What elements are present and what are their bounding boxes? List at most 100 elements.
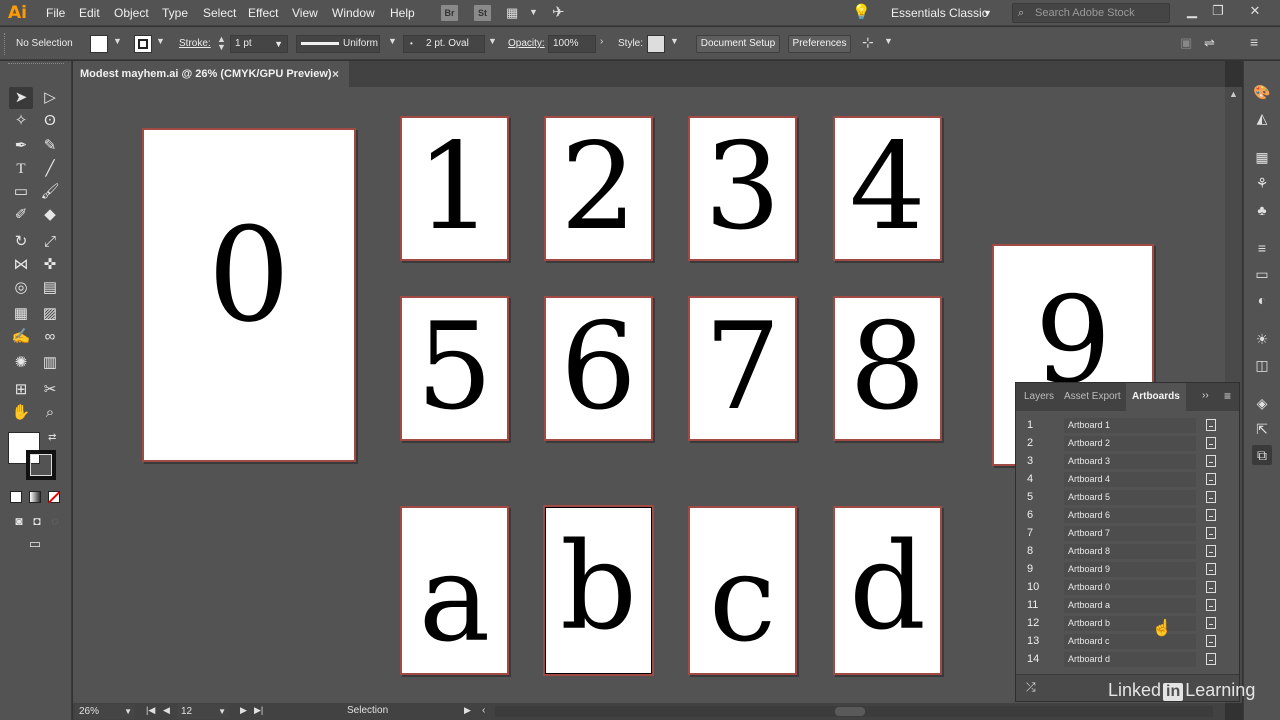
gpu-performance-icon[interactable]: ✈ <box>552 3 565 21</box>
stock-button[interactable]: St <box>474 5 491 21</box>
artboard-options-icon[interactable] <box>1206 527 1216 539</box>
menu-object[interactable]: Object <box>114 6 149 20</box>
menu-type[interactable]: Type <box>162 6 188 20</box>
align-icon[interactable]: ⊹ <box>862 34 874 51</box>
row-name[interactable]: Artboard 3 <box>1064 454 1196 469</box>
panel-menu-icon[interactable]: ≡ <box>1250 34 1258 50</box>
bridge-button[interactable]: Br <box>441 5 458 21</box>
chevron-down-icon[interactable]: ▼ <box>529 7 538 17</box>
preferences-button[interactable]: Preferences <box>788 35 851 53</box>
stroke-profile-field[interactable]: Uniform <box>296 35 380 53</box>
color-panel-icon[interactable]: 🎨 <box>1252 82 1272 102</box>
zoom-field[interactable]: 26% ▼ <box>75 704 135 719</box>
perspective-grid-tool-icon[interactable]: ▤ <box>38 277 62 299</box>
menu-edit[interactable]: Edit <box>79 6 100 20</box>
asset-export-icon[interactable]: ⇱ <box>1252 419 1272 439</box>
artboard-options-icon[interactable] <box>1206 563 1216 575</box>
artboard-row-4[interactable]: 4 Artboard 4 <box>1020 471 1234 488</box>
artboard-row-7[interactable]: 7 Artboard 7 <box>1020 525 1234 542</box>
row-name[interactable]: Artboard 8 <box>1064 544 1196 559</box>
scale-tool-icon[interactable]: ⤢ <box>38 231 62 253</box>
selection-tool-icon[interactable]: ➤ <box>9 87 33 109</box>
row-name[interactable]: Artboard 4 <box>1064 472 1196 487</box>
stroke-weight-field[interactable]: 1 pt ▼ <box>230 35 288 53</box>
menu-select[interactable]: Select <box>203 6 236 20</box>
lasso-tool-icon[interactable]: ʘ <box>38 110 62 132</box>
isolate-icon[interactable]: ▣ <box>1180 35 1192 51</box>
rotate-tool-icon[interactable]: ↻ <box>9 231 33 253</box>
gradient-mode-icon[interactable] <box>29 491 41 503</box>
artboard-row-5[interactable]: 5 Artboard 5 <box>1020 489 1234 506</box>
artboard-4[interactable]: 4 <box>835 118 940 259</box>
panel-gripper[interactable] <box>4 33 7 55</box>
artboard-options-icon[interactable] <box>1206 455 1216 467</box>
slice-tool-icon[interactable]: ✂ <box>38 379 62 401</box>
menu-help[interactable]: Help <box>390 6 415 20</box>
search-stock-input[interactable]: ⌕ Search Adobe Stock <box>1012 3 1170 23</box>
blend-tool-icon[interactable]: ∞ <box>38 326 62 348</box>
artboard-1[interactable]: 1 <box>402 118 507 259</box>
previous-artboard-icon[interactable]: ◀ <box>163 705 170 716</box>
gradient-panel-icon[interactable]: ▭ <box>1252 264 1272 284</box>
chevron-right-icon[interactable]: › <box>600 36 603 47</box>
symbol-sprayer-tool-icon[interactable]: ✺ <box>9 352 33 374</box>
artboard-8[interactable]: 8 <box>835 298 940 439</box>
symbols-icon[interactable]: ♣ <box>1252 200 1272 220</box>
row-name[interactable]: Artboard 5 <box>1064 490 1196 505</box>
color-guide-icon[interactable]: ◭ <box>1252 108 1272 128</box>
row-name[interactable]: Artboard 9 <box>1064 562 1196 577</box>
type-tool-icon[interactable]: T <box>9 158 33 180</box>
chevron-down-icon[interactable]: ▼ <box>156 36 165 46</box>
row-name[interactable]: Artboard c <box>1064 634 1196 649</box>
width-tool-icon[interactable]: ⋈ <box>9 254 33 276</box>
artboard-b[interactable]: b <box>546 508 651 673</box>
menu-effect[interactable]: Effect <box>248 6 278 20</box>
hand-tool-icon[interactable]: ✋ <box>9 402 33 424</box>
appearance-icon[interactable]: ☀ <box>1252 329 1272 349</box>
artboard-0[interactable]: 0 <box>144 130 354 460</box>
stroke-swatch[interactable] <box>134 35 152 53</box>
menu-view[interactable]: View <box>292 6 318 20</box>
puppet-warp-tool-icon[interactable]: ✜ <box>38 254 62 276</box>
pen-tool-icon[interactable]: ✒ <box>9 135 33 157</box>
artboard-5[interactable]: 5 <box>402 298 507 439</box>
stroke-panel-icon[interactable]: ≡ <box>1252 238 1272 258</box>
last-artboard-icon[interactable]: ▶| <box>254 705 263 716</box>
artboard-row-6[interactable]: 6 Artboard 6 <box>1020 507 1234 524</box>
artboard-row-10[interactable]: 10 Artboard 0 <box>1020 579 1234 596</box>
rearrange-artboards-icon[interactable]: ⤮ <box>1026 680 1036 695</box>
artboard-row-11[interactable]: 11 Artboard a <box>1020 597 1234 614</box>
magic-wand-tool-icon[interactable]: ✧ <box>9 110 33 132</box>
gradient-tool-icon[interactable]: ▨ <box>38 303 62 325</box>
draw-inside-icon[interactable]: ◌ <box>43 510 67 532</box>
artboard-d[interactable]: d <box>835 508 940 673</box>
panel-gripper[interactable] <box>8 63 64 66</box>
artboards-panel-icon[interactable]: ⧉ <box>1252 445 1272 465</box>
document-tab[interactable]: Modest mayhem.ai @ 26% (CMYK/GPU Preview… <box>73 61 349 87</box>
tab-artboards[interactable]: Artboards <box>1126 383 1186 411</box>
chevron-down-icon[interactable]: ▼ <box>488 36 497 46</box>
shape-builder-tool-icon[interactable]: ◎ <box>9 277 33 299</box>
horizontal-scrollbar[interactable] <box>495 706 1213 717</box>
artboard-options-icon[interactable] <box>1206 419 1216 431</box>
row-name[interactable]: Artboard 2 <box>1064 436 1196 451</box>
screen-mode-icon[interactable]: ▭ <box>23 533 47 555</box>
scroll-thumb[interactable] <box>835 707 865 716</box>
artboard-row-1[interactable]: 1 Artboard 1 <box>1020 417 1234 434</box>
eyedropper-tool-icon[interactable]: ✍ <box>9 326 33 348</box>
style-swatch[interactable] <box>647 35 665 53</box>
chevron-down-icon[interactable]: ▼ <box>113 36 122 46</box>
row-name[interactable]: Artboard a <box>1064 598 1196 613</box>
rectangle-tool-icon[interactable]: ▭ <box>9 181 33 203</box>
artboard-number-field[interactable]: 12 ▼ <box>177 704 229 719</box>
menu-file[interactable]: File <box>46 6 65 20</box>
artboard-options-icon[interactable] <box>1206 635 1216 647</box>
artboard-row-9[interactable]: 9 Artboard 9 <box>1020 561 1234 578</box>
close-tab-icon[interactable]: × <box>332 61 339 87</box>
column-graph-tool-icon[interactable]: ▥ <box>38 352 62 374</box>
row-name[interactable]: Artboard b <box>1064 616 1196 631</box>
stroke-stepper[interactable]: ▲ ▼ <box>217 35 226 52</box>
artboard-options-icon[interactable] <box>1206 437 1216 449</box>
artboard-row-14[interactable]: 14 Artboard d <box>1020 651 1234 668</box>
row-name[interactable]: Artboard 0 <box>1064 580 1196 595</box>
